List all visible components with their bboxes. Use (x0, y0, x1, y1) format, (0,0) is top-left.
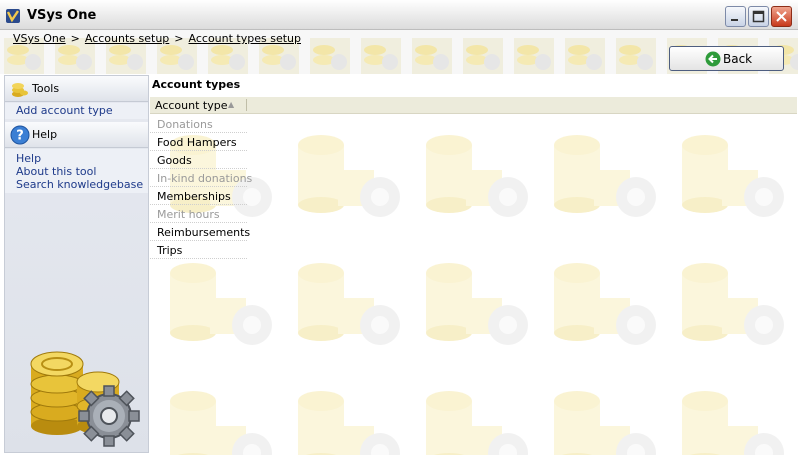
watermark-tile (170, 263, 272, 345)
main-panel: Account types Account type ▲ Donations Fo… (150, 75, 797, 455)
about-tool-link[interactable]: About this tool (16, 165, 96, 178)
maximize-icon (752, 10, 765, 23)
page-title: Account types (150, 75, 797, 95)
column-resize-handle[interactable] (246, 99, 247, 111)
breadcrumb-separator: > (174, 32, 184, 45)
account-type-list: Donations Food Hampers Goods In-kind donati… (150, 115, 252, 259)
tools-section-body: Add account type (5, 103, 148, 119)
list-item[interactable]: Reimbursements (150, 223, 250, 241)
watermark-tile (682, 391, 784, 455)
close-icon (776, 11, 787, 22)
watermark-tile (426, 263, 528, 345)
coins-icon (12, 83, 28, 97)
pattern-tile (412, 38, 452, 74)
watermark-tile (554, 391, 656, 455)
help-section-body: Help About this tool Search knowledgebas… (5, 149, 148, 193)
list-item[interactable]: Memberships (150, 187, 247, 205)
breadcrumb-link-account-types-setup[interactable]: Account types setup (189, 32, 301, 45)
breadcrumb-link-home[interactable]: VSys One (13, 32, 66, 45)
watermark-tile (682, 263, 784, 345)
help-section-header[interactable]: ? Help (5, 122, 148, 148)
tools-section-header[interactable]: Tools (5, 76, 148, 102)
watermark-tile (298, 391, 400, 455)
breadcrumb-link-accounts-setup[interactable]: Accounts setup (85, 32, 169, 45)
help-icon: ? (10, 125, 30, 145)
svg-text:?: ? (16, 129, 24, 144)
back-button[interactable]: Back (669, 46, 784, 71)
maximize-button[interactable] (748, 6, 769, 27)
watermark-tile (298, 263, 400, 345)
list-item[interactable]: Merit hours (150, 205, 247, 223)
minimize-button[interactable] (725, 6, 746, 27)
watermark-tile (426, 135, 528, 217)
watermark-tile (170, 391, 272, 455)
search-knowledgebase-link[interactable]: Search knowledgebase (16, 178, 143, 191)
title-bar: VSys One (0, 0, 798, 30)
list-item[interactable]: Goods (150, 151, 247, 169)
sort-ascending-icon: ▲ (228, 100, 235, 109)
watermark-tile (682, 135, 784, 217)
add-account-type-link[interactable]: Add account type (16, 104, 113, 117)
breadcrumb-separator: > (70, 32, 80, 45)
pattern-tile (463, 38, 503, 74)
column-header-account-type[interactable]: Account type ▲ (150, 97, 797, 114)
watermark-tile (554, 135, 656, 217)
help-section-title: Help (32, 128, 58, 141)
tools-section-title: Tools (32, 82, 60, 95)
app-logo-icon (6, 9, 20, 23)
window-title: VSys One (27, 8, 97, 23)
breadcrumb: VSys One > Accounts setup > Account types se… (13, 32, 301, 45)
pattern-tile (310, 38, 350, 74)
close-button[interactable] (771, 6, 792, 27)
watermark-tile (426, 391, 528, 455)
list-item[interactable]: Donations (150, 115, 247, 133)
list-item[interactable]: Food Hampers (150, 133, 247, 151)
sidebar: Tools Add account type ? Help Help About… (4, 75, 149, 453)
column-header-label: Account type (155, 99, 228, 112)
watermark-tile (298, 135, 400, 217)
list-item[interactable]: Trips (150, 241, 247, 259)
pattern-tile (616, 38, 656, 74)
coins-gear-illustration (30, 351, 140, 447)
watermark-pattern (170, 135, 784, 455)
pattern-tile (514, 38, 554, 74)
pattern-tile (361, 38, 401, 74)
watermark-tile (554, 263, 656, 345)
list-item[interactable]: In-kind donations (150, 169, 252, 187)
back-button-label: Back (723, 52, 753, 66)
back-arrow-icon (705, 51, 721, 67)
help-link[interactable]: Help (16, 152, 41, 165)
pattern-tile (565, 38, 605, 74)
minimize-icon (731, 19, 738, 21)
